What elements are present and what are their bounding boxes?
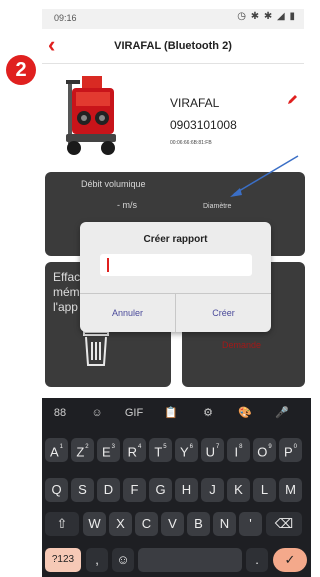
- diameter-label: Diamètre: [203, 203, 232, 210]
- theme-palette-icon[interactable]: 🎨: [233, 404, 257, 422]
- apps-grid-icon[interactable]: 88: [48, 404, 72, 422]
- key-g[interactable]: G: [149, 478, 172, 502]
- key-r[interactable]: R4: [123, 438, 146, 462]
- report-name-input[interactable]: [100, 254, 252, 276]
- key-q[interactable]: Q: [45, 478, 68, 502]
- annotation-arrow-icon: [230, 155, 299, 197]
- key-l[interactable]: L: [253, 478, 276, 502]
- gif-button[interactable]: GIF: [122, 404, 146, 422]
- emoji-key[interactable]: ☺: [112, 548, 134, 572]
- comma-key[interactable]: ,: [86, 548, 108, 572]
- status-icons: ◷ ✱ ✱ ◢ ▮: [237, 11, 296, 22]
- key-t[interactable]: T5: [149, 438, 172, 462]
- symbols-key[interactable]: ?123: [45, 548, 81, 572]
- key-k[interactable]: K: [227, 478, 250, 502]
- clipboard-icon[interactable]: 📋: [159, 404, 183, 422]
- shift-key[interactable]: ⇧: [45, 512, 79, 536]
- trash-icon: [83, 331, 109, 366]
- key-u[interactable]: U7: [201, 438, 224, 462]
- key-s[interactable]: S: [71, 478, 94, 502]
- soft-keyboard: 88 ☺ GIF 📋 ⚙ 🎨 🎤 A1 Z2 E3 R4 T5 Y6 U7 I8…: [42, 398, 311, 577]
- key-c[interactable]: C: [135, 512, 158, 536]
- dialog-title: Créer rapport: [143, 234, 208, 245]
- device-name: VIRAFAL: [170, 96, 220, 110]
- key-y[interactable]: Y6: [175, 438, 198, 462]
- key-apostrophe[interactable]: ': [239, 512, 262, 536]
- key-w[interactable]: W: [83, 512, 106, 536]
- pump-device-image: [66, 76, 116, 155]
- key-d[interactable]: D: [97, 478, 120, 502]
- key-f[interactable]: F: [123, 478, 146, 502]
- step-number-badge: 2: [6, 55, 36, 85]
- app-header: ‹ VIRAFAL (Bluetooth 2): [42, 29, 304, 64]
- create-button[interactable]: Créer: [176, 294, 271, 332]
- key-j[interactable]: J: [201, 478, 224, 502]
- key-v[interactable]: V: [161, 512, 184, 536]
- settings-gear-icon[interactable]: ⚙: [196, 404, 220, 422]
- microphone-icon[interactable]: 🎤: [270, 404, 294, 422]
- key-i[interactable]: I8: [227, 438, 250, 462]
- enter-check-key[interactable]: ✓: [273, 548, 307, 572]
- key-x[interactable]: X: [109, 512, 132, 536]
- device-serial: 0903101008: [170, 118, 237, 132]
- sticker-icon[interactable]: ☺: [85, 404, 109, 422]
- period-key[interactable]: .: [246, 548, 268, 572]
- key-m[interactable]: M: [279, 478, 302, 502]
- keyboard-toolbar: 88 ☺ GIF 📋 ⚙ 🎨 🎤: [42, 398, 311, 428]
- device-mac-address: 00:06:66:6B:81:FB: [170, 140, 212, 146]
- key-b[interactable]: B: [187, 512, 210, 536]
- status-time: 09:16: [54, 13, 77, 23]
- create-report-dialog: Créer rapport Annuler Créer: [80, 222, 271, 332]
- text-cursor: [107, 258, 109, 272]
- status-bar: 09:16 ◷ ✱ ✱ ◢ ▮: [42, 9, 304, 29]
- key-n[interactable]: N: [213, 512, 236, 536]
- page-title: VIRAFAL (Bluetooth 2): [114, 40, 232, 52]
- measure-value: - m/s: [117, 200, 137, 210]
- key-e[interactable]: E3: [97, 438, 120, 462]
- measure-label: Débit volumique: [81, 179, 146, 189]
- space-bar[interactable]: [138, 548, 242, 572]
- cancel-button[interactable]: Annuler: [80, 294, 175, 332]
- key-h[interactable]: H: [175, 478, 198, 502]
- backspace-key[interactable]: ⌫: [266, 512, 302, 536]
- erase-memory-label: Effac mém l'app: [53, 270, 81, 314]
- demande-label: Demande: [222, 340, 262, 350]
- key-z[interactable]: Z2: [71, 438, 94, 462]
- edit-pencil-icon[interactable]: [286, 94, 298, 106]
- key-p[interactable]: P0: [279, 438, 302, 462]
- key-o[interactable]: O9: [253, 438, 276, 462]
- key-a[interactable]: A1: [45, 438, 68, 462]
